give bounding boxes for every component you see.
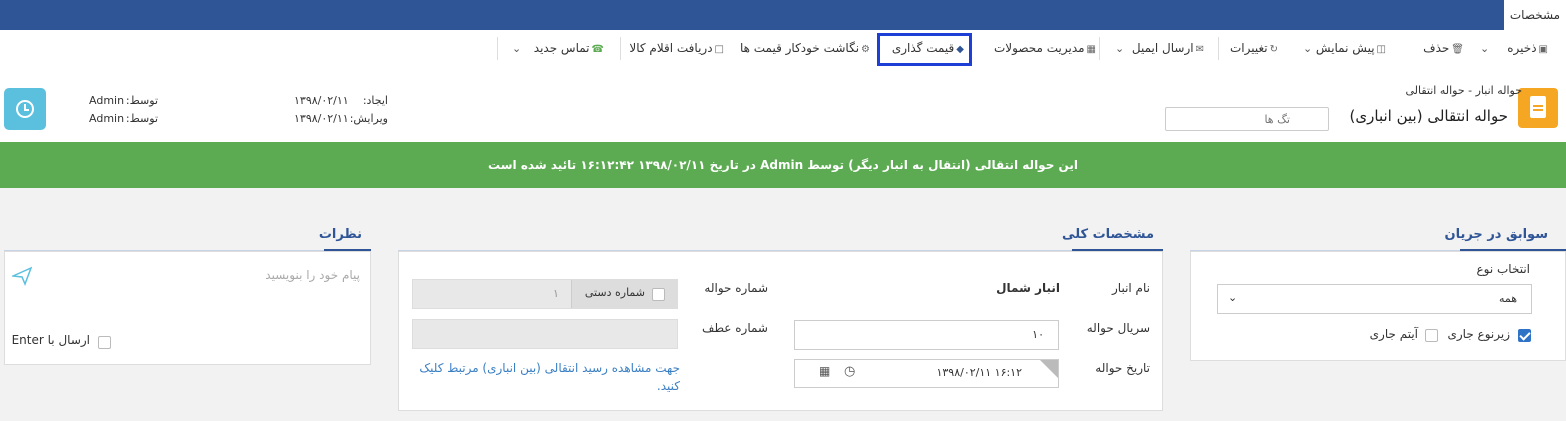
ref-number-label: شماره عطف <box>702 321 768 335</box>
manual-number-checkbox[interactable] <box>652 288 665 301</box>
toolbar-divider <box>497 37 498 60</box>
date-value: ۱۳۹۸/۰۲/۱۱ ۱۶:۱۲ <box>936 366 1022 379</box>
workflow-section-title: سوابق در جریان <box>1444 227 1548 242</box>
related-receipt-link[interactable]: جهت مشاهده رسید انتقالی (بین انباری) مرت… <box>412 359 680 395</box>
date-label: تاریخ حواله <box>1095 361 1150 375</box>
number-field: ۱ شماره دستی <box>412 279 678 309</box>
history-clock-button[interactable] <box>4 88 46 130</box>
record-header <box>0 67 1566 142</box>
manual-number-toggle[interactable]: شماره دستی <box>571 280 677 308</box>
history-icon: ↻ <box>1269 44 1278 55</box>
products-icon: ▦ <box>1086 44 1096 55</box>
breadcrumb: حواله انبار - حواله انتقالی <box>1405 84 1522 97</box>
number-value: ۱ <box>553 287 559 300</box>
save-button[interactable]: ▣ذخیره <box>1507 30 1548 67</box>
preview-icon: ◫ <box>1376 44 1386 55</box>
edited-label: ویرایش: <box>349 112 388 125</box>
top-navigation-bar: مشخصات <box>0 0 1566 30</box>
warehouse-value: انبار شمال <box>996 281 1060 295</box>
comments-section-title: نظرات <box>318 227 362 242</box>
receive-items-button[interactable]: □دریافت اقلام کالا <box>629 30 724 67</box>
created-by-label: توسط: <box>125 94 158 107</box>
field-corner-icon <box>1040 360 1058 378</box>
preview-dropdown-chevron-icon[interactable]: ⌄ <box>1303 30 1312 67</box>
toolbar-divider <box>1218 37 1219 60</box>
toolbar-divider <box>1099 37 1100 60</box>
created-by: Admin <box>89 94 125 107</box>
tab-details[interactable]: مشخصات <box>1504 0 1566 30</box>
current-item-checkbox[interactable] <box>1425 329 1438 342</box>
send-icon[interactable] <box>12 266 32 286</box>
current-subtype-label: زیرنوع جاری <box>1447 327 1510 341</box>
approval-banner: این حواله انتقالی (انتقال به انبار دیگر)… <box>0 142 1566 188</box>
trash-icon: 🗑 <box>1451 44 1464 55</box>
edited-by: Admin <box>89 112 125 125</box>
serial-label: سریال حواله <box>1086 321 1150 335</box>
email-icon: ✉ <box>1195 44 1204 55</box>
clock-icon <box>16 100 34 118</box>
toolbar-divider <box>620 37 621 60</box>
changes-button[interactable]: ↻تغییرات <box>1230 30 1278 67</box>
type-select-value: همه <box>1498 292 1517 305</box>
tags-input[interactable] <box>1165 107 1329 131</box>
document-icon <box>1518 88 1558 128</box>
page-title: حواله انتقالی (بین انباری) <box>1349 107 1508 125</box>
created-label: ایجاد: <box>362 94 388 107</box>
package-icon: □ <box>714 44 724 55</box>
send-email-button[interactable]: ✉ارسال ایمیل <box>1132 30 1204 67</box>
send-with-enter-checkbox[interactable] <box>98 336 111 349</box>
new-contact-button[interactable]: ☎تماس جدید <box>534 30 604 67</box>
type-select[interactable]: همه ⌄ <box>1217 284 1532 314</box>
edited-by-label: توسط: <box>125 112 158 125</box>
current-item-label: آیتم جاری <box>1369 327 1418 341</box>
general-section-title: مشخصات کلی <box>1062 227 1154 242</box>
chevron-down-icon: ⌄ <box>1228 291 1238 304</box>
comment-placeholder[interactable]: پیام خود را بنویسید <box>265 268 360 282</box>
preview-button[interactable]: ◫پیش نمایش <box>1316 30 1386 67</box>
manual-number-label: شماره دستی <box>584 286 645 299</box>
warehouse-label: نام انبار <box>1112 281 1150 295</box>
email-dropdown-chevron-icon[interactable]: ⌄ <box>1115 30 1124 67</box>
phone-icon: ☎ <box>591 44 604 55</box>
ref-number-field <box>412 319 678 349</box>
serial-field[interactable]: ۱۰ <box>794 320 1059 350</box>
type-label: انتخاب نوع <box>1476 262 1530 276</box>
date-field[interactable]: ۱۳۹۸/۰۲/۱۱ ۱۶:۱۲ ◷ ▦ <box>794 359 1059 388</box>
mapping-icon: ⚙ <box>861 44 870 55</box>
contact-dropdown-chevron-icon[interactable]: ⌄ <box>512 30 521 67</box>
delete-button[interactable]: 🗑حذف <box>1423 30 1464 67</box>
edited-date: ۱۳۹۸/۰۲/۱۱ <box>294 112 349 125</box>
serial-value: ۱۰ <box>1032 328 1044 341</box>
toolbar: ▣ذخیره ⌄ 🗑حذف ◫پیش نمایش ⌄ ↻تغییرات ✉ارس… <box>0 30 1566 67</box>
save-dropdown-chevron-icon[interactable]: ⌄ <box>1480 30 1489 67</box>
current-subtype-checkbox[interactable] <box>1518 329 1531 342</box>
manage-products-button[interactable]: ▦مدیریت محصولات <box>994 30 1096 67</box>
created-date: ۱۳۹۸/۰۲/۱۱ <box>294 94 349 107</box>
number-label: شماره حواله <box>704 281 768 295</box>
save-icon: ▣ <box>1538 44 1548 55</box>
send-with-enter-label: ارسال با Enter <box>11 333 90 347</box>
clock-icon[interactable]: ◷ <box>844 364 855 379</box>
calendar-icon[interactable]: ▦ <box>819 364 830 378</box>
